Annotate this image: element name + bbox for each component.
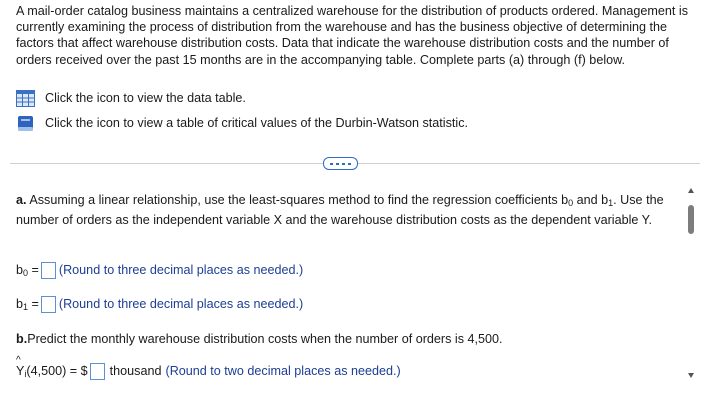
b0-hint: (Round to three decimal places as needed… bbox=[58, 263, 304, 277]
ellipsis-icon[interactable] bbox=[323, 157, 358, 170]
scroll-up-arrow-icon[interactable] bbox=[688, 188, 694, 193]
table-grid-icon[interactable] bbox=[16, 89, 35, 107]
data-table-link-label[interactable]: Click the icon to view the data table. bbox=[45, 91, 246, 105]
prediction-input[interactable] bbox=[89, 362, 105, 380]
prediction-answer-row: Yi(4,500) = $ thousand (Round to two dec… bbox=[16, 355, 401, 381]
b1-hint: (Round to three decimal places as needed… bbox=[58, 297, 304, 311]
data-table-link[interactable]: Click the icon to view the data table. bbox=[16, 89, 246, 107]
scrollbar-thumb[interactable] bbox=[688, 205, 694, 234]
prediction-unit: thousand bbox=[109, 364, 162, 378]
b1-input[interactable] bbox=[40, 295, 56, 313]
prediction-label: Yi(4,500) = $ bbox=[16, 355, 88, 379]
part-b-prefix: b. bbox=[16, 332, 28, 346]
problem-intro: A mail-order catalog business maintains … bbox=[16, 4, 689, 67]
prediction-hint: (Round to two decimal places as needed.) bbox=[165, 364, 401, 378]
part-a-prefix: a. bbox=[16, 193, 27, 207]
b0-label: b0 = bbox=[16, 262, 39, 278]
part-a-question: a. Assuming a linear relationship, use t… bbox=[16, 193, 664, 228]
durbin-watson-link-label[interactable]: Click the icon to view a table of critic… bbox=[45, 116, 468, 130]
b1-answer-row: b1 = (Round to three decimal places as n… bbox=[16, 294, 303, 314]
part-b-question: b. Predict the monthly warehouse distrib… bbox=[16, 332, 503, 346]
b0-answer-row: b0 = (Round to three decimal places as n… bbox=[16, 260, 303, 280]
book-icon[interactable] bbox=[16, 115, 35, 132]
durbin-watson-link[interactable]: Click the icon to view a table of critic… bbox=[16, 114, 468, 132]
b1-label: b1 = bbox=[16, 296, 39, 312]
b0-input[interactable] bbox=[40, 261, 56, 279]
scroll-down-arrow-icon[interactable] bbox=[688, 373, 694, 378]
